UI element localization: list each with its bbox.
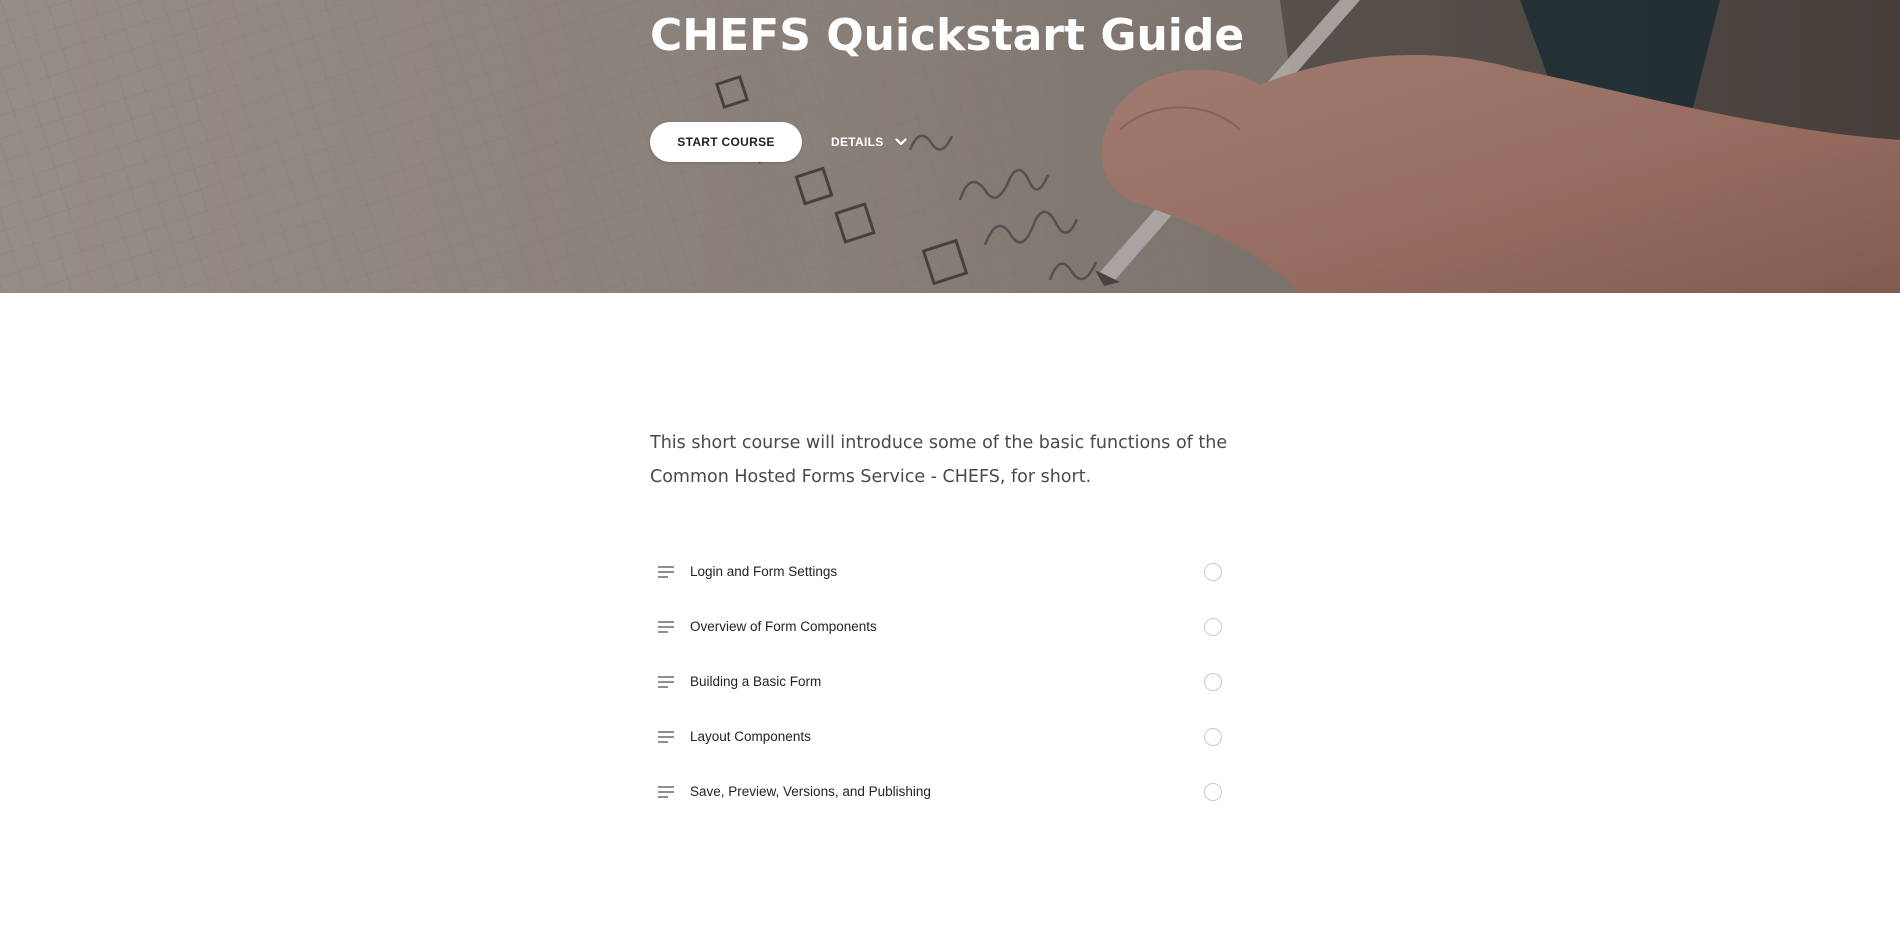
lesson-item[interactable]: Overview of Form Components bbox=[650, 599, 1222, 654]
lesson-title: Overview of Form Components bbox=[690, 619, 877, 634]
text-lines-icon bbox=[658, 730, 674, 743]
start-course-button[interactable]: START COURSE bbox=[650, 122, 802, 162]
lesson-item[interactable]: Building a Basic Form bbox=[650, 654, 1222, 709]
lesson-item[interactable]: Save, Preview, Versions, and Publishing bbox=[650, 764, 1222, 819]
lesson-status-indicator bbox=[1204, 727, 1222, 746]
text-lines-icon bbox=[658, 620, 674, 633]
course-title: CHEFS Quickstart Guide bbox=[650, 10, 1245, 61]
lesson-title: Login and Form Settings bbox=[690, 564, 838, 579]
chevron-down-icon bbox=[894, 138, 907, 146]
lesson-item[interactable]: Layout Components bbox=[650, 709, 1222, 764]
lesson-status-indicator bbox=[1204, 782, 1222, 801]
details-label: DETAILS bbox=[831, 135, 884, 149]
course-description: This short course will introduce some of… bbox=[650, 433, 1228, 487]
start-course-label: START COURSE bbox=[677, 135, 775, 149]
lesson-status-indicator bbox=[1204, 672, 1222, 691]
lesson-status-indicator bbox=[1204, 617, 1222, 636]
lesson-item[interactable]: Login and Form Settings bbox=[650, 544, 1222, 599]
course-hero: CHEFS Quickstart Guide START COURSE DETA… bbox=[0, 0, 1900, 293]
lesson-title: Building a Basic Form bbox=[690, 674, 822, 689]
lesson-list: Login and Form Settings Overview of Form… bbox=[650, 544, 1222, 819]
text-lines-icon bbox=[658, 785, 674, 798]
lesson-status-indicator bbox=[1204, 562, 1222, 581]
text-lines-icon bbox=[658, 565, 674, 578]
text-lines-icon bbox=[658, 675, 674, 688]
details-toggle[interactable]: DETAILS bbox=[831, 131, 908, 153]
lesson-title: Save, Preview, Versions, and Publishing bbox=[690, 784, 931, 799]
lesson-title: Layout Components bbox=[690, 729, 811, 744]
